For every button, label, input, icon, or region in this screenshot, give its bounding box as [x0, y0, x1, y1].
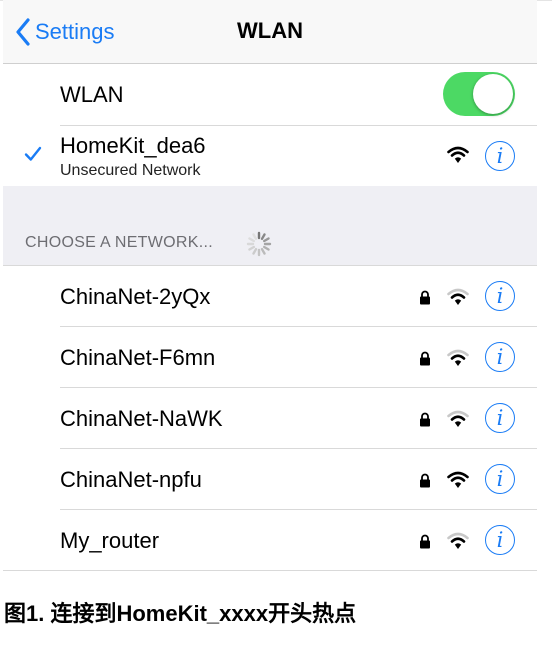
network-row[interactable]: ChinaNet-F6mn i	[3, 327, 537, 388]
page-title: WLAN	[237, 18, 303, 43]
network-name: ChinaNet-2yQx	[60, 284, 211, 309]
toggle-knob	[473, 74, 513, 114]
network-info-button[interactable]: i	[485, 525, 515, 555]
connected-network-info-button[interactable]: i	[485, 141, 515, 171]
lock-icon	[420, 534, 430, 549]
navigation-bar: Settings WLAN	[3, 0, 537, 64]
connected-network-status: Unsecured Network	[60, 162, 201, 179]
wifi-icon	[447, 146, 469, 163]
row-divider	[3, 570, 537, 571]
network-info-button[interactable]: i	[485, 464, 515, 494]
network-name: ChinaNet-NaWK	[60, 406, 223, 431]
network-row[interactable]: ChinaNet-NaWK i	[3, 388, 537, 449]
network-name: My_router	[60, 528, 160, 553]
network-name: ChinaNet-npfu	[60, 467, 202, 492]
network-name: ChinaNet-F6mn	[60, 345, 216, 370]
connected-network-name: HomeKit_dea6	[60, 133, 206, 158]
section-title: CHOOSE A NETWORK...	[25, 234, 213, 251]
lock-icon	[420, 412, 430, 427]
network-row[interactable]: My_router i	[3, 510, 537, 571]
wlan-settings-screen: Settings WLAN WLAN HomeKit_dea6 Unsecure…	[3, 0, 537, 580]
lock-icon	[420, 351, 430, 366]
wlan-toggle-row: WLAN	[3, 64, 537, 126]
wifi-icon	[447, 471, 469, 488]
wifi-icon	[447, 288, 469, 305]
wifi-icon	[447, 532, 469, 549]
wlan-toggle[interactable]	[443, 72, 515, 116]
checkmark-icon	[24, 146, 42, 161]
wifi-icon	[447, 410, 469, 427]
network-info-button[interactable]: i	[485, 342, 515, 372]
choose-network-section-header: CHOOSE A NETWORK...	[3, 186, 537, 266]
spinner-icon	[246, 231, 272, 257]
figure-caption: 图1. 连接到HomeKit_xxxx开头热点	[4, 601, 357, 626]
wifi-icon	[447, 349, 469, 366]
wlan-label: WLAN	[60, 82, 124, 107]
network-row[interactable]: ChinaNet-npfu i	[3, 449, 537, 510]
lock-icon	[420, 290, 430, 305]
connected-network-row[interactable]: HomeKit_dea6 Unsecured Network i	[3, 126, 537, 186]
network-info-button[interactable]: i	[485, 403, 515, 433]
lock-icon	[420, 473, 430, 488]
network-row[interactable]: ChinaNet-2yQx i	[3, 266, 537, 327]
network-info-button[interactable]: i	[485, 281, 515, 311]
